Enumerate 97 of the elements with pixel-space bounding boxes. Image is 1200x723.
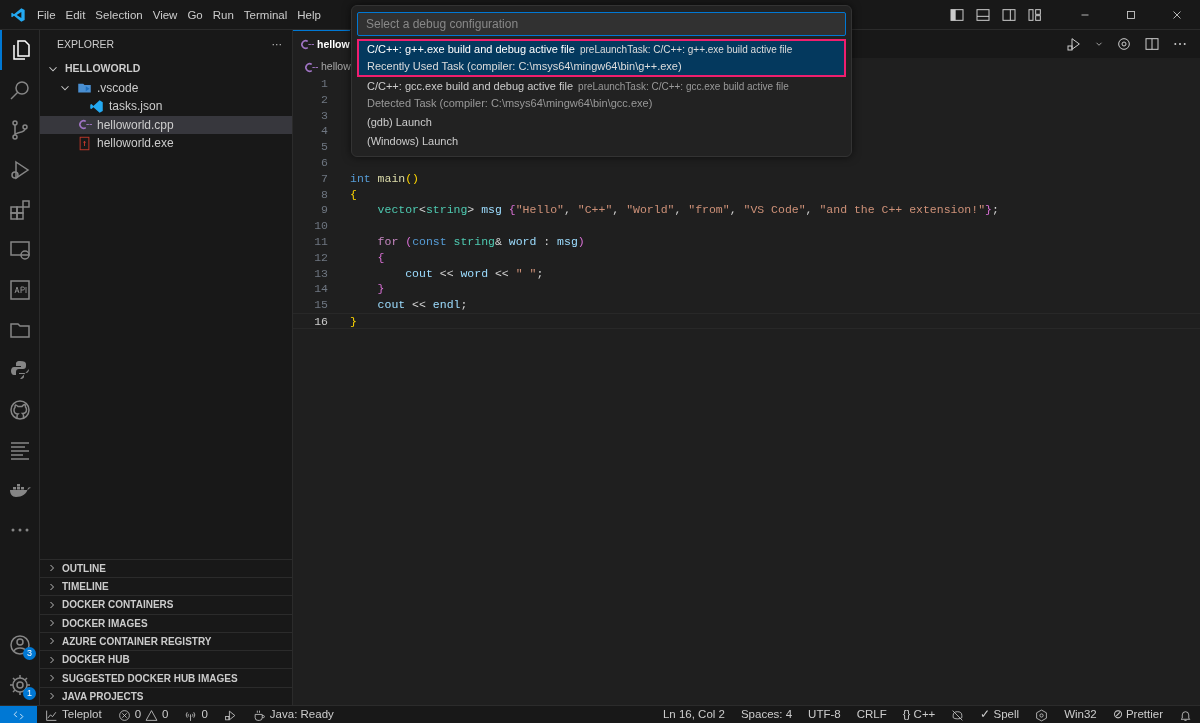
api-icon[interactable] (8, 278, 32, 302)
notification-badge: 1 (23, 687, 36, 700)
line-number: 7 (320, 170, 328, 187)
status-item[interactable]: Java: Ready (244, 706, 342, 723)
chart-icon (45, 708, 58, 722)
panel-toggle-icon[interactable] (975, 6, 991, 23)
quick-pick-item[interactable]: C/C++: gcc.exe build and debug active file preLaunchTask: C/C++: gcc.exe build active file Detected Task (compiler: C:\msys64\mingw64\bin\gcc.exe) (357, 77, 846, 113)
line-number: 14 (313, 281, 328, 298)
code-line: int main() (350, 170, 420, 187)
github-icon[interactable] (8, 398, 32, 422)
code-line: vector<string> msg {"Hello", "C++", "World", "from", "VS Code", "and the C++ extension!"}; (376, 202, 999, 219)
panel-header[interactable]: DOCKER IMAGES (40, 613, 292, 632)
warning-icon (145, 708, 159, 722)
status-item[interactable]: Teleplot (37, 706, 110, 723)
file-tree-item[interactable]: .vscode (40, 78, 292, 97)
status-item[interactable]: UTF-8 (800, 706, 849, 723)
hexagon-icon[interactable] (1035, 708, 1049, 722)
line-number: 5 (320, 139, 328, 155)
settings-icon[interactable] (1116, 36, 1132, 52)
status-item[interactable]: Ln 16, Col 2 (654, 706, 733, 723)
sidebar-title: EXPLORER (57, 37, 115, 53)
quick-pick-item[interactable]: (gdb) Launch (357, 113, 846, 132)
code-line: } (376, 281, 385, 298)
problems-status[interactable]: 0 0 (109, 706, 177, 723)
menu-item[interactable]: Terminal (238, 0, 293, 30)
line-number: 12 (313, 249, 328, 266)
menu-item[interactable]: Help (292, 0, 326, 30)
line-number: 6 (320, 155, 328, 171)
menu-item[interactable]: File (32, 0, 61, 30)
panel-header[interactable]: OUTLINE (40, 558, 292, 577)
breadcrumb-item[interactable]: hellow (321, 59, 351, 75)
status-item[interactable]: Win32 (1056, 706, 1105, 723)
settings-icon[interactable] (8, 673, 32, 697)
file-tree-item[interactable]: helloworld.cpp (40, 115, 292, 134)
search-field[interactable]: Select a debug configuration (357, 12, 846, 36)
line-number: 11 (313, 233, 328, 250)
extensions-icon[interactable] (8, 198, 32, 222)
bell-icon[interactable] (1179, 708, 1192, 722)
line-number: 16 (313, 313, 328, 328)
run-debug-icon[interactable] (1066, 36, 1082, 52)
status-item[interactable]: 0 (176, 706, 216, 723)
code-line: for (const string& word : msg) (376, 233, 585, 250)
editor-tab[interactable]: hellow (293, 30, 350, 58)
line-number: 4 (320, 123, 328, 140)
quick-pick-item[interactable]: (Windows) Launch (357, 132, 846, 151)
cup-icon (252, 708, 266, 722)
line-number: 10 (313, 218, 328, 234)
panel-header[interactable]: SUGGESTED DOCKER HUB IMAGES (40, 668, 292, 687)
line-number: 9 (320, 202, 328, 219)
app-logo-icon (10, 6, 26, 23)
remote-icon (12, 708, 25, 722)
line-number: 3 (320, 107, 328, 124)
quick-pick-item[interactable]: C/C++: g++.exe build and debug active file preLaunchTask: C/C++: g++.exe build active file Recently Used Task (compiler: C:\msys64\mingw64\bin\g++.exe) (357, 39, 846, 77)
code-line: { (376, 249, 385, 266)
file-tree-item[interactable]: tasks.json (40, 97, 292, 116)
menu-item[interactable]: Edit (60, 0, 91, 30)
code-line: { (350, 186, 357, 203)
status-item[interactable]: ⊘ Prettier (1104, 706, 1171, 723)
python-icon[interactable] (8, 358, 32, 382)
code-line: } (350, 313, 357, 328)
panel-header[interactable]: DOCKER HUB (40, 650, 292, 669)
status-item[interactable]: {} C++ (894, 706, 944, 723)
folder-tree-item[interactable]: HELLOWORLD (40, 60, 292, 79)
layout-icon[interactable] (1027, 6, 1043, 23)
status-item[interactable]: Spaces: 4 (732, 706, 801, 723)
panel-header[interactable]: AZURE CONTAINER REGISTRY (40, 631, 292, 651)
search-icon[interactable] (8, 78, 32, 102)
panel-header[interactable]: DOCKER CONTAINERS (40, 595, 292, 614)
account-icon[interactable] (8, 633, 32, 657)
notification-badge: 3 (23, 647, 36, 660)
status-item[interactable]: CRLF (848, 706, 895, 723)
cpp-file-icon (299, 37, 314, 52)
binary-file-icon (77, 135, 92, 151)
line-number: 2 (320, 91, 328, 108)
code-line: cout << endl; (376, 297, 468, 313)
line-number: 8 (320, 186, 328, 203)
debug-icon[interactable] (223, 708, 237, 722)
line-number: 13 (313, 265, 328, 282)
line-number: 1 (320, 76, 328, 92)
remote-explorer-icon[interactable] (8, 238, 32, 262)
sidebar-toggle-icon[interactable] (949, 6, 965, 23)
file-icon (89, 98, 104, 114)
menu-item[interactable]: Run (207, 0, 239, 30)
line-number: 15 (313, 297, 328, 313)
split-editor-icon[interactable] (1144, 36, 1160, 52)
panel-header[interactable]: TIMELINE (40, 576, 292, 596)
status-item[interactable]: ✓ Spell (972, 706, 1028, 723)
secondary-sidebar-icon[interactable] (1001, 6, 1017, 23)
more-actions-button[interactable]: ··· (271, 37, 282, 53)
error-icon (117, 708, 131, 722)
menu-item[interactable]: Selection (90, 0, 148, 30)
copilot-icon[interactable] (951, 708, 965, 722)
code-line: cout << word << " "; (404, 265, 544, 282)
menu-item[interactable]: Go (182, 0, 208, 30)
run-debug-icon[interactable] (8, 158, 32, 182)
menu-item[interactable]: View (147, 0, 183, 30)
file-tree-item[interactable]: helloworld.exe (40, 134, 292, 153)
